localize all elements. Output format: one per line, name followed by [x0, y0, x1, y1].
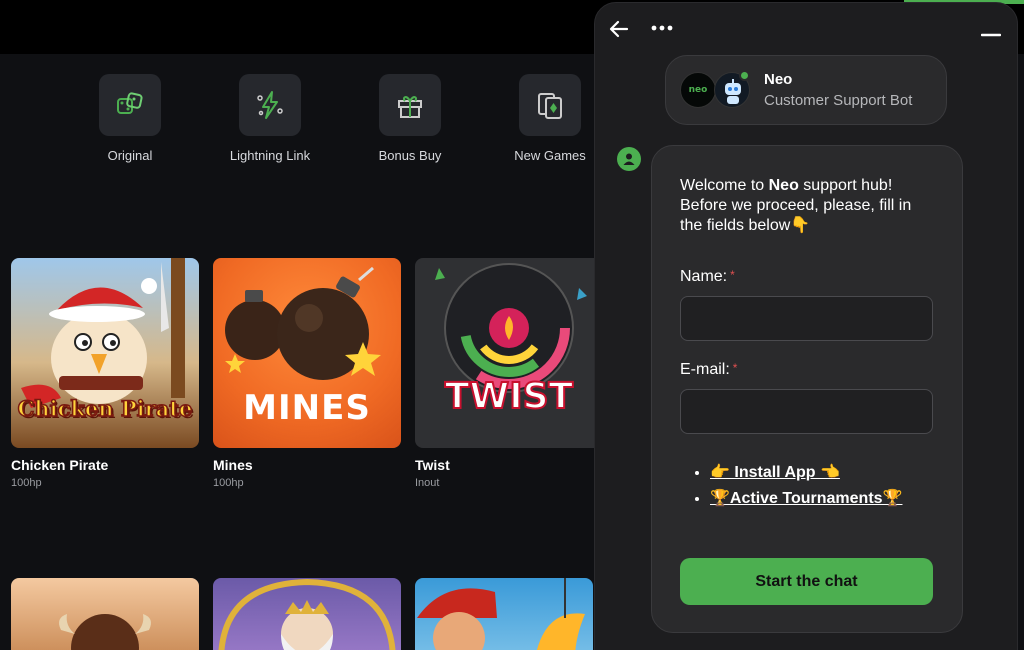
category-label: New Games — [514, 148, 586, 163]
category-original[interactable]: Original — [60, 74, 200, 174]
user-avatar-icon — [617, 147, 641, 171]
name-input[interactable] — [680, 296, 933, 341]
bot-header-card: neo Neo Customer Support Bot — [665, 55, 947, 125]
welcome-form-card: Welcome to Neo support hub! Before we pr… — [651, 145, 963, 633]
bot-role: Customer Support Bot — [764, 92, 913, 109]
active-tournaments-link[interactable]: 🏆Active Tournaments🏆 — [710, 490, 902, 507]
lightning-icon — [239, 74, 301, 136]
game-art-title: MINES — [243, 388, 371, 428]
required-mark: * — [730, 268, 735, 282]
cards-icon — [519, 74, 581, 136]
category-lightning-link[interactable]: Lightning Link — [200, 74, 340, 174]
bot-avatar: neo — [680, 70, 750, 110]
minimize-icon[interactable] — [980, 21, 1002, 46]
bot-logo: neo — [680, 72, 716, 108]
fisherman-art — [417, 578, 585, 650]
game-art-title: TWIST — [444, 375, 574, 418]
online-status-dot — [739, 70, 750, 81]
name-label: Name: * — [680, 268, 934, 286]
dice-icon — [99, 74, 161, 136]
game-name: Mines — [213, 457, 253, 473]
start-chat-button[interactable]: Start the chat — [680, 558, 933, 605]
install-app-link[interactable]: 👉 Install App 👈 — [710, 464, 840, 481]
game-card-chicken-pirate[interactable]: Chicken Pirate Chicken Pirate 100hp — [11, 258, 199, 489]
game-provider: 100hp — [213, 477, 244, 489]
game-card-twist[interactable]: TWIST Twist Inout — [415, 258, 603, 489]
game-thumbnail[interactable]: TWIST — [415, 258, 603, 448]
list-item: 🏆Active Tournaments🏆 — [710, 488, 934, 508]
email-input[interactable] — [680, 389, 933, 434]
welcome-brand: Neo — [768, 177, 799, 194]
game-provider: Inout — [415, 477, 440, 489]
more-options-icon[interactable] — [651, 21, 675, 40]
game-thumbnail-buffalo[interactable] — [11, 578, 199, 650]
back-arrow-icon[interactable] — [609, 19, 629, 44]
email-label: E-mail: * — [680, 361, 934, 379]
game-thumbnail[interactable]: MINES — [213, 258, 401, 448]
category-row: Original Lightning Link Bonus Buy New Ga… — [60, 74, 620, 174]
list-item: 👉 Install App 👈 — [710, 462, 934, 482]
name-label-text: Name: — [680, 268, 728, 285]
game-name: Twist — [415, 457, 450, 473]
game-name: Chicken Pirate — [11, 457, 109, 473]
gift-icon — [379, 74, 441, 136]
game-card-mines[interactable]: MINES Mines 100hp — [213, 258, 401, 489]
chat-panel: neo Neo Customer Support Bot Welcome to … — [594, 2, 1018, 650]
category-label: Original — [107, 148, 153, 163]
game-thumbnail-fisherman[interactable] — [415, 578, 593, 650]
game-art-title: Chicken Pirate — [17, 395, 193, 422]
email-label-text: E-mail: — [680, 361, 730, 378]
game-provider: 100hp — [11, 477, 42, 489]
quick-links-list: 👉 Install App 👈 🏆Active Tournaments🏆 — [680, 462, 934, 508]
welcome-message: Welcome to Neo support hub! Before we pr… — [680, 176, 934, 236]
zeus-art — [218, 578, 396, 650]
category-bonus-buy[interactable]: Bonus Buy — [340, 74, 480, 174]
game-thumbnail-zeus[interactable] — [213, 578, 401, 650]
required-mark: * — [732, 361, 738, 375]
game-thumbnail[interactable]: Chicken Pirate — [11, 258, 199, 448]
wheel-icon — [435, 263, 587, 393]
welcome-prefix: Welcome to — [680, 177, 769, 194]
category-label: Lightning Link — [229, 148, 311, 163]
buffalo-art — [59, 614, 151, 650]
category-label: Bonus Buy — [378, 148, 442, 163]
bot-name: Neo — [764, 71, 793, 88]
